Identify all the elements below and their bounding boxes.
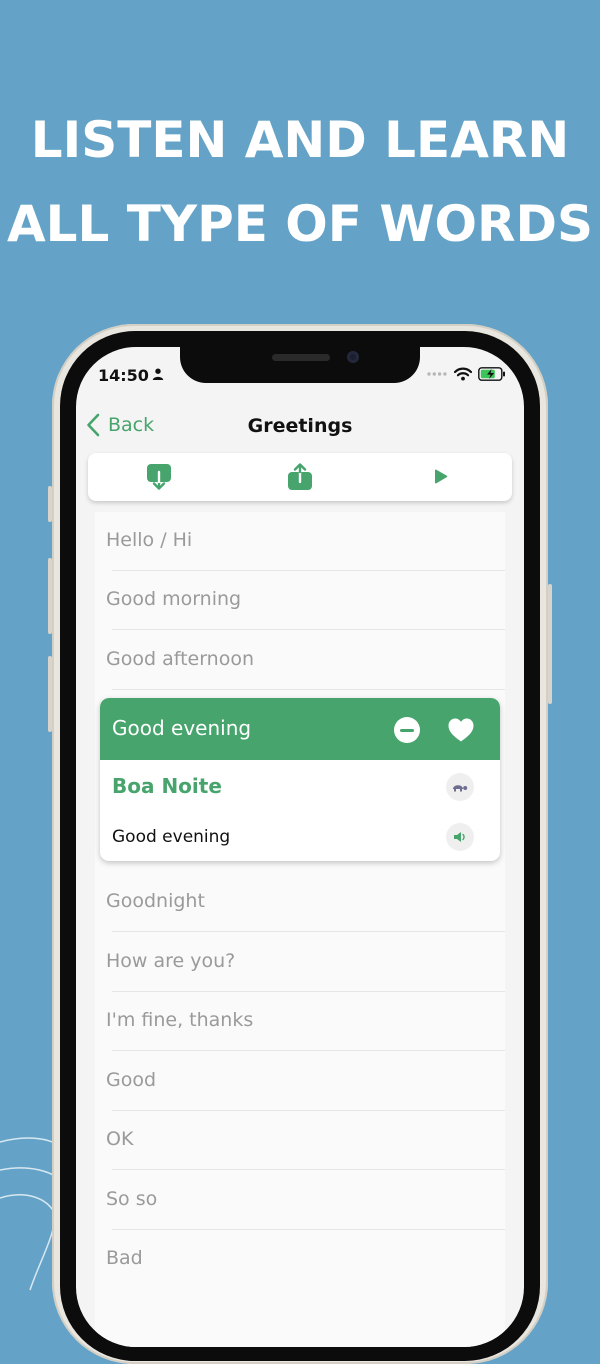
list-item[interactable]: Good — [95, 1052, 505, 1111]
headline-line-1: LISTEN AND LEARN — [30, 111, 570, 169]
phrase-text: Goodnight — [106, 890, 205, 912]
list-item[interactable]: How are you? — [95, 933, 505, 992]
list-item[interactable]: Hello / Hi — [95, 512, 505, 571]
row-divider — [112, 931, 505, 932]
expanded-phrase-header[interactable]: Good evening — [100, 698, 500, 760]
promo-headline: LISTEN AND LEARN ALL TYPE OF WORDS — [0, 98, 600, 266]
phrase-text: Good afternoon — [106, 648, 255, 670]
share-icon — [287, 463, 312, 490]
headline-line-2: ALL TYPE OF WORDS — [6, 195, 594, 253]
play-sound-button[interactable] — [446, 823, 474, 851]
remove-button[interactable] — [394, 717, 420, 743]
expanded-phrase-card: Good evening Boa Noite Good evening — [100, 698, 500, 861]
play-button[interactable] — [411, 457, 471, 497]
phone-mute-switch — [48, 486, 52, 522]
translation-text: Boa Noite — [112, 774, 222, 798]
phrase-text: OK — [106, 1128, 134, 1150]
row-divider — [112, 689, 505, 690]
battery-charging-icon — [478, 367, 505, 381]
phrase-text: Bad — [106, 1247, 143, 1269]
phrase-text: Good morning — [106, 588, 242, 610]
play-icon — [435, 469, 448, 484]
download-button[interactable] — [129, 457, 189, 497]
list-item[interactable]: Good afternoon — [95, 631, 505, 690]
share-button[interactable] — [270, 457, 330, 497]
slow-playback-button[interactable] — [446, 773, 474, 801]
turtle-slow-icon — [453, 785, 468, 792]
phone-notch — [180, 347, 420, 383]
phrase-text: Good — [106, 1069, 157, 1091]
signal-dots-icon — [427, 372, 447, 376]
download-icon — [146, 464, 171, 490]
heart-icon[interactable] — [446, 716, 476, 744]
status-icons — [426, 367, 506, 381]
list-item[interactable]: OK — [95, 1111, 505, 1170]
row-divider — [112, 1169, 505, 1170]
phone-screen: 14:50 Back Greetings Hello / Hi Good mor… — [76, 347, 524, 1347]
row-divider — [112, 629, 505, 630]
phrase-text: I'm fine, thanks — [106, 1009, 254, 1031]
row-divider — [112, 1050, 505, 1051]
list-item[interactable]: Goodnight — [95, 873, 505, 932]
phone-volume-down — [48, 656, 52, 732]
phrase-text: How are you? — [106, 950, 236, 972]
remove-icon — [400, 728, 414, 732]
person-icon — [152, 368, 164, 380]
expanded-phrase-text: Good evening — [112, 716, 252, 740]
speaker-icon — [454, 832, 465, 842]
original-phrase-text: Good evening — [112, 827, 231, 847]
phone-volume-up — [48, 558, 52, 634]
list-item[interactable]: Bad — [95, 1230, 505, 1289]
wifi-icon — [454, 367, 472, 381]
phrase-text: Hello / Hi — [106, 529, 193, 551]
phrase-list: Hello / Hi Good morning Good afternoon G… — [95, 512, 505, 1347]
front-camera — [347, 351, 359, 363]
earpiece-speaker — [272, 354, 330, 361]
status-time: 14:50 — [98, 366, 149, 385]
phone-power-button — [548, 584, 552, 704]
toolbar — [88, 453, 512, 501]
page-title: Greetings — [247, 415, 353, 437]
list-item[interactable]: So so — [95, 1171, 505, 1230]
list-item[interactable]: Good morning — [95, 571, 505, 630]
phrase-text: So so — [106, 1188, 158, 1210]
list-item[interactable]: I'm fine, thanks — [95, 992, 505, 1051]
